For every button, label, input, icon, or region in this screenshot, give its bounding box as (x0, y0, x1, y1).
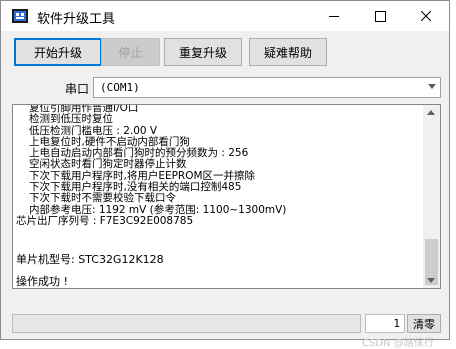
port-value: (COM1) (100, 81, 140, 94)
chip-model-line: 单片机型号: STC32G12K128 (16, 253, 164, 266)
clear-button[interactable]: 清零 (407, 314, 441, 333)
stop-button[interactable]: 停止 (101, 38, 160, 66)
app-window: 软件升级工具 开始升级 停止 重复升级 疑难帮助 串口 (COM1) 复位引脚用… (0, 0, 450, 340)
minimize-icon (329, 15, 339, 17)
close-icon (421, 11, 431, 21)
log-line: 检测到低压时复位 (29, 113, 113, 126)
log-line: 芯片出厂序列号 : F7E3C92E008785 (16, 214, 194, 227)
progress-bar (12, 314, 361, 333)
log-scrollbar[interactable] (423, 105, 440, 288)
log-lines: 复位引脚用作普通I/O口 检测到低压时复位 低压检测门槛电压 : 2.00 V … (16, 105, 424, 227)
window-title: 软件升级工具 (37, 12, 116, 27)
result-line: 操作成功 ! (16, 275, 68, 288)
count-field[interactable]: 1 (365, 314, 405, 333)
title-bar: 软件升级工具 (1, 1, 449, 31)
minimize-button[interactable] (311, 1, 357, 31)
log-line: 下次下载时不需要校验下载口令 (29, 192, 176, 205)
close-button[interactable] (403, 1, 449, 31)
start-upgrade-button[interactable]: 开始升级 (14, 38, 102, 66)
scroll-down-icon[interactable] (427, 278, 435, 283)
port-label: 串口 (65, 82, 90, 96)
help-button[interactable]: 疑难帮助 (249, 38, 327, 66)
log-output[interactable]: 复位引脚用作普通I/O口 检测到低压时复位 低压检测门槛电压 : 2.00 V … (12, 104, 441, 289)
watermark: CSDN @路保行 (362, 338, 434, 349)
port-select[interactable]: (COM1) (93, 77, 441, 98)
maximize-button[interactable] (357, 1, 403, 31)
maximize-icon (374, 10, 386, 22)
repeat-upgrade-button[interactable]: 重复升级 (164, 38, 242, 66)
chevron-down-icon (428, 84, 436, 89)
app-icon (12, 9, 28, 23)
scroll-up-icon[interactable] (427, 110, 435, 115)
